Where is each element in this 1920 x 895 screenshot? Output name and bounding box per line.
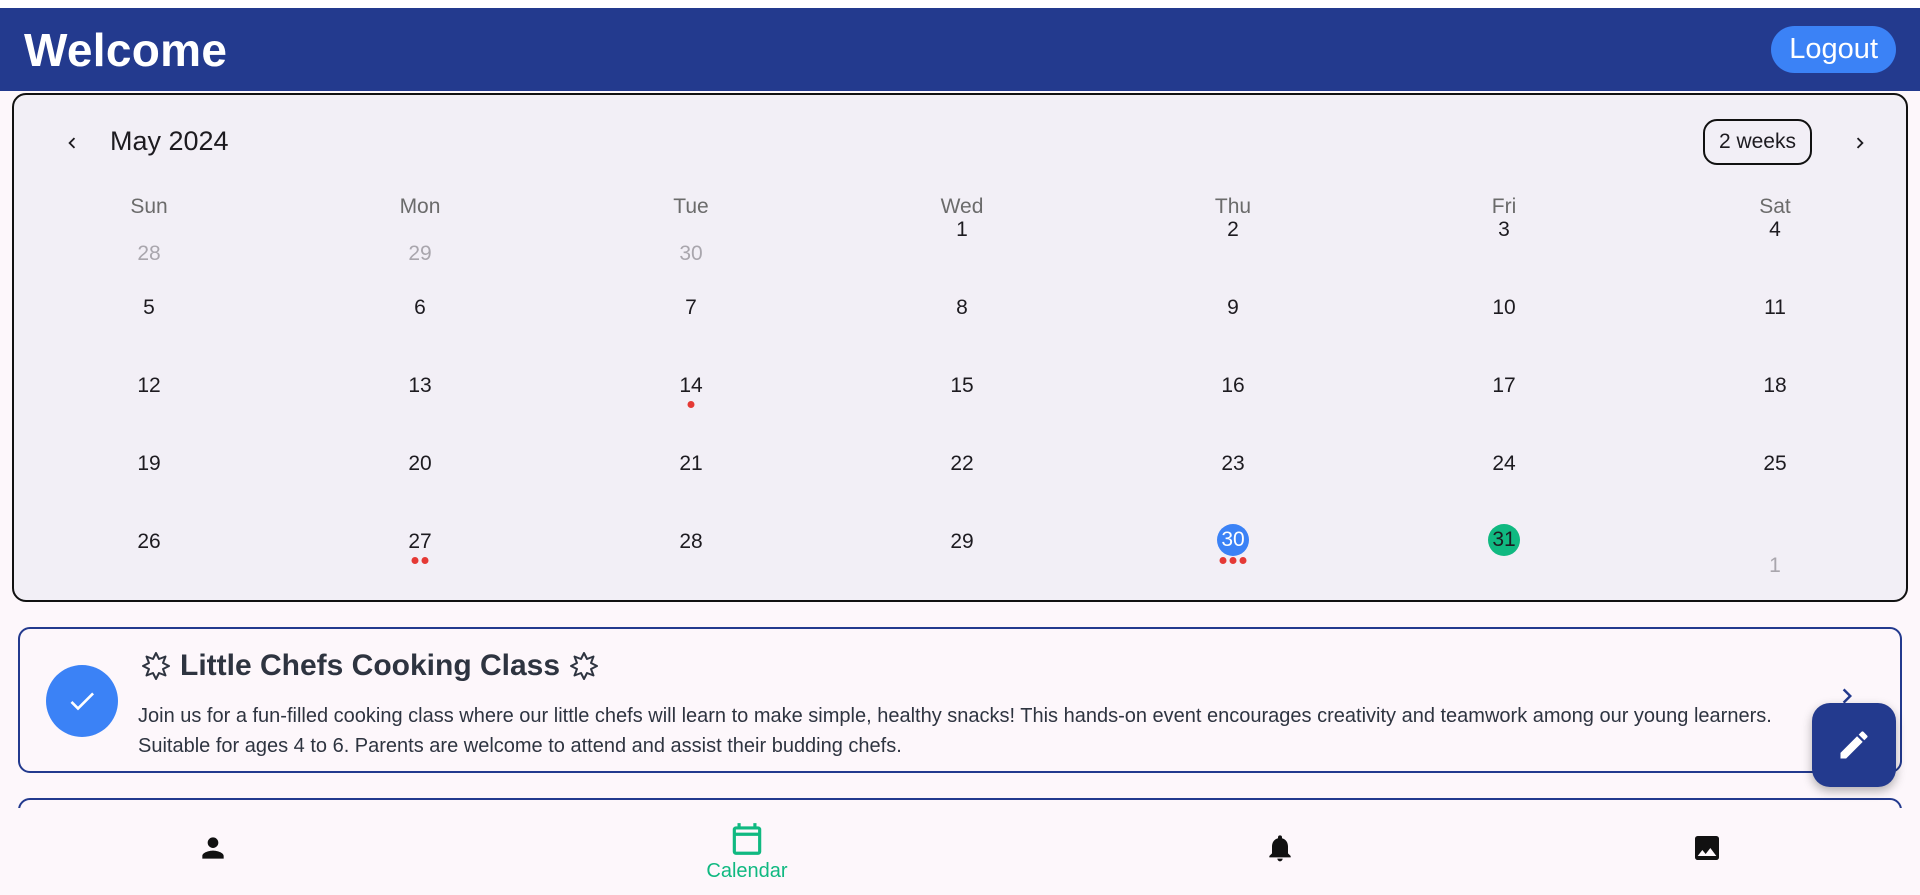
day-cell[interactable]: 1: [1745, 554, 1805, 578]
day-cell[interactable]: 16: [1203, 374, 1263, 398]
weekday-sun: Sun: [130, 195, 168, 218]
event-description: Join us for a fun-filled cooking class w…: [138, 705, 1772, 757]
weekday-thu: Thu: [1214, 195, 1252, 218]
day-cell[interactable]: 9: [1203, 296, 1263, 320]
day-cell-selected[interactable]: 30: [1217, 524, 1249, 556]
day-cell[interactable]: 7: [661, 296, 721, 320]
weekday-fri: Fri: [1491, 195, 1517, 218]
day-cell[interactable]: 10: [1474, 296, 1534, 320]
pencil-icon: [1840, 731, 1868, 759]
image-icon: [1695, 836, 1719, 860]
check-icon: [70, 692, 94, 711]
sparkle-icon: [142, 652, 170, 680]
day-cell[interactable]: 6: [390, 296, 450, 320]
day-cell[interactable]: 20: [390, 452, 450, 476]
calendar-icon: [732, 823, 762, 855]
event-marker-dot: [1239, 557, 1247, 564]
day-cell[interactable]: 26: [119, 530, 179, 554]
day-cell[interactable]: 4: [1745, 218, 1805, 242]
nav-profile[interactable]: [143, 832, 283, 864]
day-cell[interactable]: 1: [932, 218, 992, 242]
bottom-navigation: Calendar: [0, 808, 1920, 895]
day-cell[interactable]: 28: [661, 530, 721, 554]
calendar-widget: May 2024 2 weeks Sun Mon Tue Wed Thu Fri…: [12, 93, 1908, 602]
chevron-left-icon: [68, 137, 76, 149]
day-cell[interactable]: 15: [932, 374, 992, 398]
nav-calendar[interactable]: Calendar: [677, 820, 817, 883]
day-cell[interactable]: 11: [1745, 296, 1805, 320]
event-marker-dot: [687, 401, 695, 408]
day-cell[interactable]: 29: [390, 242, 450, 266]
event-title: Little Chefs Cooking Class: [180, 649, 561, 682]
calendar-format-button[interactable]: 2 weeks: [1702, 119, 1812, 165]
app-header: Welcome Logout: [0, 8, 1920, 91]
event-marker-group: [1219, 557, 1247, 564]
previous-month-button[interactable]: [52, 123, 92, 163]
day-cell-today[interactable]: 31: [1488, 524, 1520, 556]
bell-icon: [1269, 835, 1291, 862]
calendar-month-label: May 2024: [110, 126, 229, 156]
event-title-row: Little Chefs Cooking Class: [140, 649, 600, 683]
day-cell[interactable]: 5: [119, 296, 179, 320]
status-strip: [0, 0, 1920, 8]
event-marker-dot: [411, 557, 419, 564]
day-cell[interactable]: 29: [932, 530, 992, 554]
event-status-button[interactable]: [46, 665, 118, 737]
event-card[interactable]: Little Chefs Cooking Class Join us for a…: [18, 627, 1902, 773]
day-cell[interactable]: 24: [1474, 452, 1534, 476]
sparkle-icon: [570, 652, 599, 680]
event-marker-dot: [421, 557, 429, 564]
weekday-mon: Mon: [399, 195, 441, 218]
day-cell[interactable]: 18: [1745, 374, 1805, 398]
calendar-header: May 2024 2 weeks: [14, 95, 1906, 165]
chevron-right-icon: [1856, 137, 1864, 149]
day-cell[interactable]: 27: [390, 530, 450, 554]
day-cell[interactable]: 14: [661, 374, 721, 398]
day-cell[interactable]: 2: [1203, 218, 1263, 242]
app-root: Welcome Logout May 2024 2 weeks Sun Mon …: [0, 0, 1920, 895]
weekday-tue: Tue: [673, 195, 709, 218]
day-cell[interactable]: 25: [1745, 452, 1805, 476]
nav-notifications[interactable]: [1210, 832, 1350, 864]
day-cell[interactable]: 23: [1203, 452, 1263, 476]
nav-calendar-label: Calendar: [706, 860, 788, 882]
edit-fab-button[interactable]: [1812, 703, 1896, 787]
nav-gallery[interactable]: [1637, 832, 1777, 864]
day-cell[interactable]: 21: [661, 452, 721, 476]
event-marker-group: [411, 557, 429, 564]
next-month-button[interactable]: [1840, 123, 1880, 163]
day-cell[interactable]: 22: [932, 452, 992, 476]
event-marker-group: [687, 401, 695, 408]
day-cell[interactable]: 19: [119, 452, 179, 476]
day-cell[interactable]: 30: [661, 242, 721, 266]
person-icon: [202, 837, 224, 859]
day-cell[interactable]: 13: [390, 374, 450, 398]
day-cell[interactable]: 17: [1474, 374, 1534, 398]
event-marker-dot: [1219, 557, 1227, 564]
page-title: Welcome: [24, 23, 228, 76]
day-cell[interactable]: 12: [119, 374, 179, 398]
day-cell[interactable]: 8: [932, 296, 992, 320]
logout-button[interactable]: Logout: [1771, 26, 1896, 73]
day-cell[interactable]: 28: [119, 242, 179, 266]
event-marker-dot: [1229, 557, 1237, 564]
weekday-wed: Wed: [940, 195, 984, 218]
weekday-sat: Sat: [1759, 195, 1791, 218]
day-cell[interactable]: 3: [1474, 218, 1534, 242]
